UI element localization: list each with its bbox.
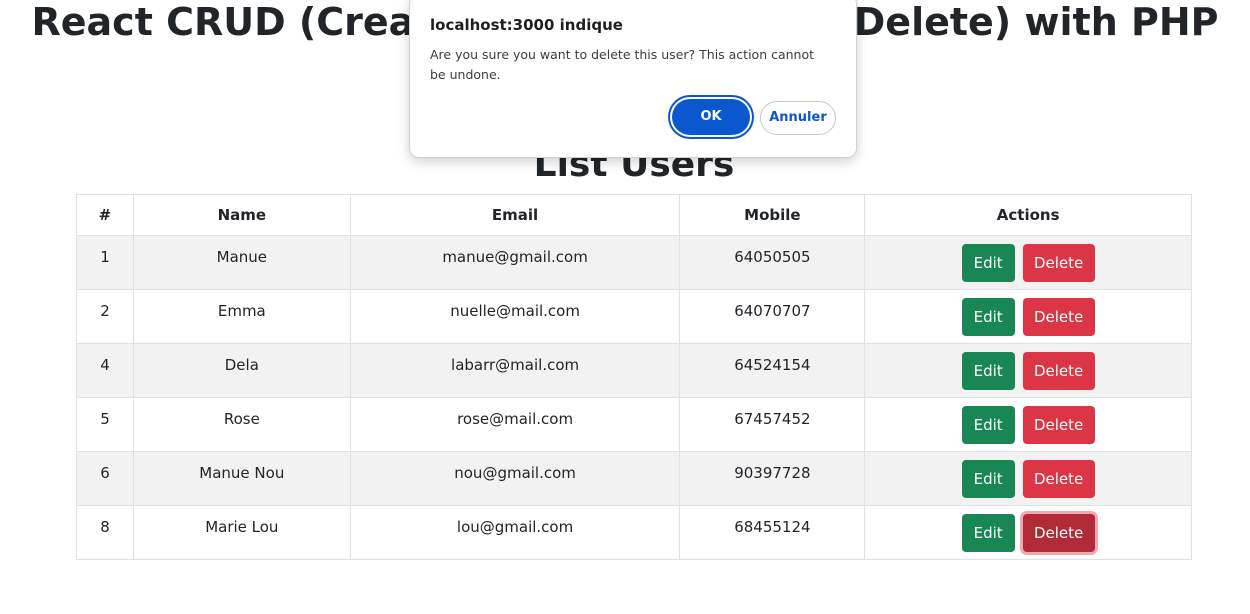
edit-button[interactable]: Edit bbox=[961, 406, 1015, 444]
delete-button[interactable]: Delete bbox=[1022, 352, 1095, 390]
delete-button[interactable]: Delete bbox=[1022, 244, 1095, 282]
users-table: # Name Email Mobile Actions 1 Manue manu… bbox=[76, 194, 1192, 560]
column-header-name: Name bbox=[132, 194, 351, 236]
edit-button[interactable]: Edit bbox=[961, 298, 1015, 336]
page: React CRUD (Create Read Update and Delet… bbox=[0, 0, 1250, 614]
cell-email: nou@gmail.com bbox=[349, 451, 681, 506]
cell-id: 1 bbox=[76, 235, 134, 290]
cell-id: 4 bbox=[76, 343, 134, 398]
cell-mobile: 64524154 bbox=[679, 343, 866, 398]
delete-button[interactable]: Delete bbox=[1022, 460, 1095, 498]
cell-actions: Edit Delete bbox=[864, 343, 1192, 398]
cell-name: Dela bbox=[132, 343, 351, 398]
delete-button[interactable]: Delete bbox=[1022, 514, 1095, 552]
table-row: 5 Rose rose@mail.com 67457452 Edit Delete bbox=[76, 397, 1192, 452]
cell-name: Rose bbox=[132, 397, 351, 452]
cell-actions: Edit Delete bbox=[864, 397, 1192, 452]
cell-mobile: 68455124 bbox=[679, 505, 866, 560]
table-row: 8 Marie Lou lou@gmail.com 68455124 Edit D… bbox=[76, 505, 1192, 560]
table-row: 6 Manue Nou nou@gmail.com 90397728 Edit D… bbox=[76, 451, 1192, 506]
table-row: 4 Dela labarr@mail.com 64524154 Edit Dele… bbox=[76, 343, 1192, 398]
ok-button[interactable]: OK bbox=[672, 99, 750, 135]
cell-id: 6 bbox=[76, 451, 134, 506]
cell-email: rose@mail.com bbox=[349, 397, 681, 452]
column-header-mobile: Mobile bbox=[679, 194, 866, 236]
edit-button[interactable]: Edit bbox=[961, 460, 1015, 498]
cell-name: Marie Lou bbox=[132, 505, 351, 560]
table-row: 1 Manue manue@gmail.com 64050505 Edit Del… bbox=[76, 235, 1192, 290]
cell-mobile: 90397728 bbox=[679, 451, 866, 506]
cell-email: manue@gmail.com bbox=[349, 235, 681, 290]
delete-button[interactable]: Delete bbox=[1022, 298, 1095, 336]
cell-mobile: 64070707 bbox=[679, 289, 866, 344]
cell-email: labarr@mail.com bbox=[349, 343, 681, 398]
cell-actions: Edit Delete bbox=[864, 289, 1192, 344]
cell-name: Manue Nou bbox=[132, 451, 351, 506]
cell-mobile: 67457452 bbox=[679, 397, 866, 452]
table-header-row: # Name Email Mobile Actions bbox=[76, 194, 1192, 236]
cell-name: Emma bbox=[132, 289, 351, 344]
edit-button[interactable]: Edit bbox=[961, 244, 1015, 282]
column-header-actions: Actions bbox=[864, 194, 1192, 236]
confirm-dialog: localhost:3000 indique Are you sure you … bbox=[409, 0, 857, 158]
cell-mobile: 64050505 bbox=[679, 235, 866, 290]
cancel-button[interactable]: Annuler bbox=[760, 101, 836, 135]
cell-actions: Edit Delete bbox=[864, 235, 1192, 290]
cell-email: lou@gmail.com bbox=[349, 505, 681, 560]
delete-button[interactable]: Delete bbox=[1022, 406, 1095, 444]
cell-actions: Edit Delete bbox=[864, 505, 1192, 560]
column-header-id: # bbox=[76, 194, 134, 236]
cell-email: nuelle@mail.com bbox=[349, 289, 681, 344]
cell-name: Manue bbox=[132, 235, 351, 290]
column-header-email: Email bbox=[349, 194, 681, 236]
edit-button[interactable]: Edit bbox=[961, 514, 1015, 552]
cell-id: 8 bbox=[76, 505, 134, 560]
cell-id: 5 bbox=[76, 397, 134, 452]
dialog-message: Are you sure you want to delete this use… bbox=[430, 47, 815, 82]
table-row: 2 Emma nuelle@mail.com 64070707 Edit Dele… bbox=[76, 289, 1192, 344]
dialog-origin: localhost:3000 indique bbox=[430, 16, 623, 34]
cell-actions: Edit Delete bbox=[864, 451, 1192, 506]
cell-id: 2 bbox=[76, 289, 134, 344]
edit-button[interactable]: Edit bbox=[961, 352, 1015, 390]
